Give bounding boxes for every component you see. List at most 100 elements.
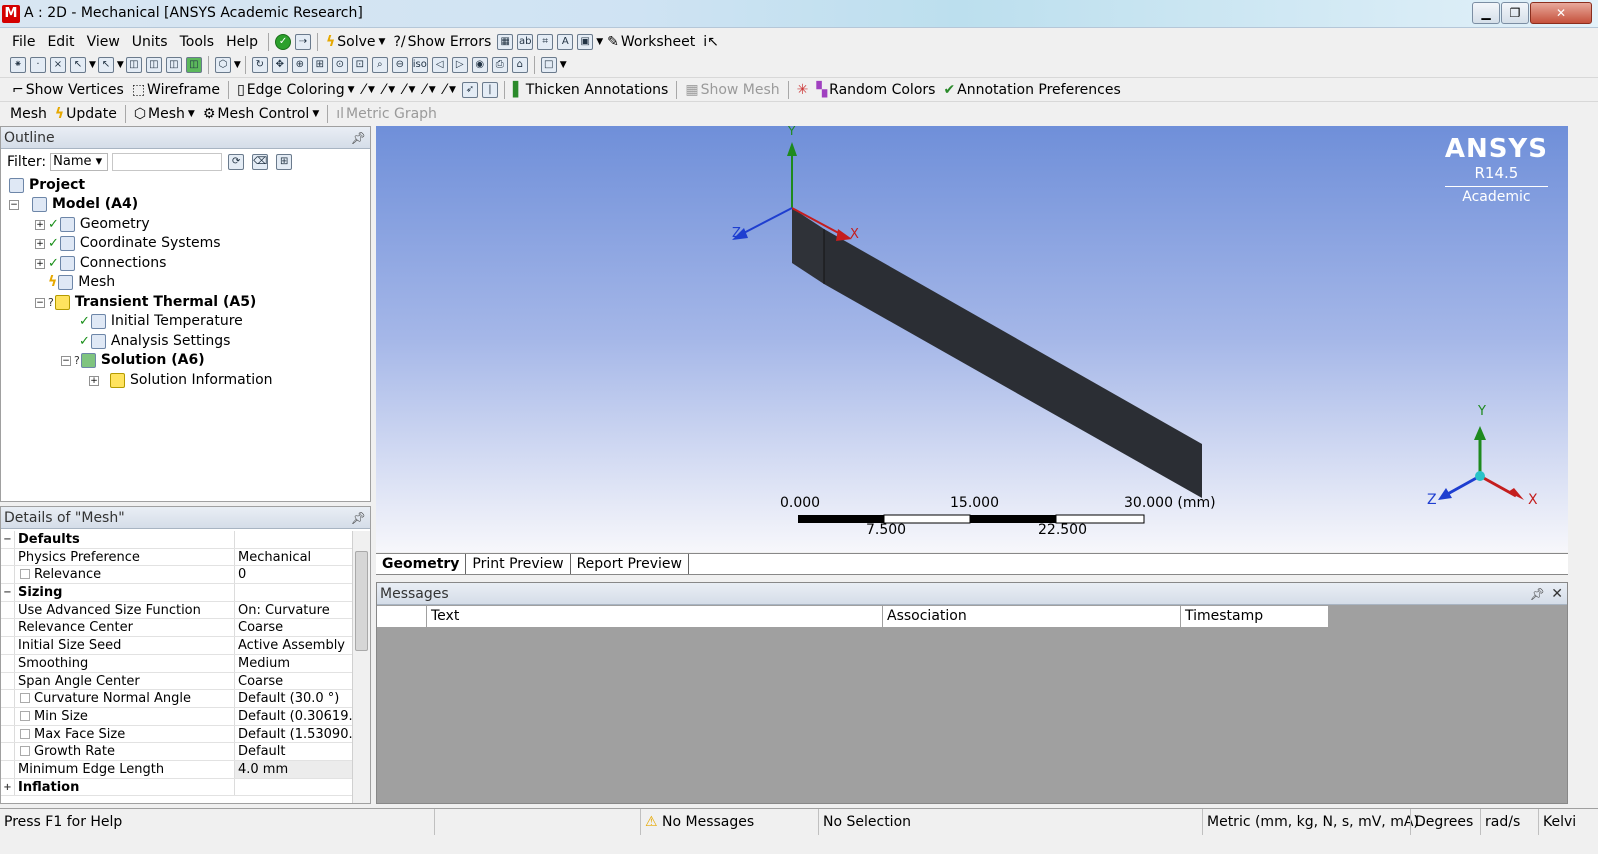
check-icon[interactable]: ✓	[275, 34, 292, 50]
triad-center[interactable]	[1475, 471, 1485, 481]
details-row[interactable]: Span Angle Center Coarse	[1, 672, 353, 691]
close-button[interactable]: ✕	[1530, 2, 1592, 24]
magnifier-icon[interactable]: ⌕	[371, 57, 388, 73]
chevron-down-icon[interactable]: ▼	[560, 60, 567, 70]
maximize-button[interactable]: ❐	[1501, 2, 1529, 24]
edge-style-3-button[interactable]: ⁄ ▼	[399, 82, 419, 98]
details-row-value[interactable]: 0	[235, 566, 353, 583]
pointer-icon[interactable]: ↖	[97, 57, 114, 73]
mesh-menu-button[interactable]: ⬡ Mesh ▼	[130, 106, 199, 122]
status-messages[interactable]: ⚠ No Messages	[640, 809, 818, 835]
details-row-value[interactable]: Default	[235, 743, 353, 760]
context-help-button[interactable]: ⅰ↖	[699, 34, 723, 50]
close-icon[interactable]: ✕	[1551, 583, 1563, 605]
details-row[interactable]: Max Face Size Default (1.53090...	[1, 725, 353, 744]
tree-item-solution-information[interactable]: + Solution Information	[89, 371, 273, 390]
select-face-filter-icon[interactable]: ◫	[165, 57, 182, 73]
details-row[interactable]: Minimum Edge Length 4.0 mm	[1, 760, 353, 779]
menu-file[interactable]: File	[6, 34, 41, 50]
rotate-icon[interactable]: ↻	[251, 57, 268, 73]
details-row[interactable]: Initial Size Seed Active Assembly	[1, 637, 353, 655]
tree-item-model[interactable]: − Model (A4)	[9, 195, 138, 214]
parameter-checkbox[interactable]	[20, 746, 30, 757]
thin-annotation-icon[interactable]: |	[481, 81, 498, 98]
label-icon[interactable]: ab	[517, 34, 534, 50]
worksheet-button[interactable]: ✎ Worksheet	[603, 34, 699, 50]
messages-column-text[interactable]: Text	[427, 606, 883, 628]
solve-button[interactable]: ϟ Solve ▼	[322, 34, 389, 50]
tree-item-connections[interactable]: + ✓ Connections	[35, 254, 166, 273]
edge-style-4-button[interactable]: ⁄ ▼	[419, 82, 439, 98]
expand-icon[interactable]: +	[1, 778, 15, 796]
expand-icon[interactable]: +	[89, 375, 99, 386]
menu-view[interactable]: View	[81, 34, 126, 50]
details-row[interactable]: Physics Preference Mechanical	[1, 548, 353, 567]
table-icon[interactable]: ▦	[497, 34, 514, 50]
select-point-icon[interactable]: ⁕	[10, 57, 26, 73]
select-body-filter-icon[interactable]: ◫	[185, 57, 202, 73]
tree-jump-icon[interactable]: ⇢	[295, 34, 312, 50]
zoom-to-selection-icon[interactable]: ⊡	[351, 57, 368, 73]
text-annotation-icon[interactable]: A	[557, 34, 574, 50]
pin-icon[interactable]: 📌︎	[351, 127, 366, 149]
edge-style-5-button[interactable]: ⁄ ▼	[440, 82, 460, 98]
tab-print-preview[interactable]: Print Preview	[466, 554, 571, 574]
chevron-down-icon[interactable]: ▼	[117, 60, 124, 70]
print-icon[interactable]: ⎙	[491, 57, 508, 73]
pin-icon[interactable]: 📌︎	[351, 507, 366, 529]
tree-item-transient-thermal[interactable]: − ? Transient Thermal (A5)	[35, 293, 256, 312]
status-units[interactable]: Metric (mm, kg, N, s, mV, mA)	[1202, 809, 1419, 835]
tree-item-geometry[interactable]: + ✓ Geometry	[35, 215, 150, 234]
details-scrollbar[interactable]	[352, 531, 370, 803]
menu-tools[interactable]: Tools	[174, 34, 221, 50]
details-row[interactable]: Relevance 0	[1, 566, 353, 585]
details-row-value[interactable]: On: Curvature	[235, 602, 353, 619]
tag-icon[interactable]: ⌂	[511, 57, 528, 73]
pan-icon[interactable]: ✥	[271, 57, 288, 73]
messages-column-icon[interactable]	[377, 606, 427, 628]
details-row[interactable]: Curvature Normal Angle Default (30.0 °)	[1, 690, 353, 708]
messages-column-timestamp[interactable]: Timestamp	[1181, 606, 1329, 628]
details-row-value[interactable]: 4.0 mm	[235, 760, 353, 778]
expand-icon[interactable]: +	[35, 238, 45, 249]
chevron-down-icon[interactable]: ▼	[596, 37, 603, 47]
parameter-checkbox[interactable]	[20, 569, 30, 580]
edge-coloring-button[interactable]: ▯ Edge Coloring ▼	[233, 82, 359, 98]
expand-icon[interactable]: +	[35, 219, 45, 230]
zoom-fit-icon[interactable]: ⊙	[331, 57, 348, 73]
random-colors-button[interactable]: ▚ Random Colors	[812, 82, 939, 98]
details-row-value[interactable]: Active Assembly	[235, 637, 353, 654]
zoom-icon[interactable]: ⊕	[291, 57, 308, 73]
thicken-annotations-button[interactable]: ▌ Thicken Annotations	[509, 82, 672, 98]
collapse-icon[interactable]: −	[35, 297, 45, 308]
triad-button[interactable]: ✳	[793, 82, 813, 98]
details-row[interactable]: Min Size Default (0.30619...	[1, 707, 353, 726]
collapse-icon[interactable]: −	[1, 584, 15, 601]
details-row-value[interactable]: Default (1.53090...	[235, 726, 353, 743]
minimize-button[interactable]: ▁	[1472, 2, 1500, 24]
parameter-checkbox[interactable]	[20, 728, 30, 739]
details-row[interactable]: Smoothing Medium	[1, 654, 353, 673]
expand-icon[interactable]: +	[35, 258, 45, 269]
details-row-value[interactable]: Default (0.30619...	[235, 708, 353, 725]
chart-icon[interactable]: ⌗	[537, 34, 554, 50]
select-edge-filter-icon[interactable]: ◫	[145, 57, 162, 73]
parameter-checkbox[interactable]	[20, 710, 30, 721]
select-mode-icon[interactable]: ↖	[70, 57, 86, 73]
update-button[interactable]: ϟ Update	[51, 106, 121, 122]
next-view-icon[interactable]: ▷	[451, 57, 468, 73]
image-icon[interactable]: ▣	[577, 34, 594, 50]
collapse-icon[interactable]: −	[1, 531, 15, 548]
pin-icon[interactable]: 📌︎	[1530, 583, 1545, 605]
tree-item-coordinate-systems[interactable]: + ✓ Coordinate Systems	[35, 234, 221, 253]
viewport-layout-icon[interactable]: □	[540, 57, 557, 73]
details-row-value[interactable]: Default (30.0 °)	[235, 690, 353, 707]
chevron-down-icon[interactable]: ▼	[234, 60, 241, 70]
tree-item-project[interactable]: Project	[9, 176, 85, 195]
menu-edit[interactable]: Edit	[41, 34, 80, 50]
graphics-viewport[interactable]: X Y Z Y X Z 0.000 15.000 30.000 (mm) 7.5…	[376, 126, 1568, 552]
collapse-icon[interactable]: −	[9, 199, 19, 210]
tree-item-analysis-settings[interactable]: ✓ Analysis Settings	[79, 332, 230, 351]
details-group-inflation[interactable]: + Inflation	[1, 778, 353, 797]
pin-arrow-icon[interactable]: ➶	[461, 81, 478, 98]
